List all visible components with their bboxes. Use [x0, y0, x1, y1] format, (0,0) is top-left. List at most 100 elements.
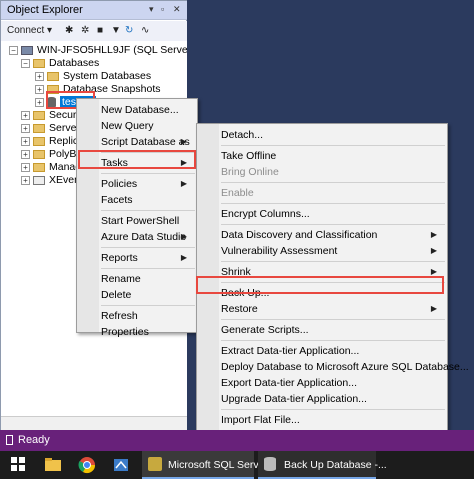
tasks-menu-item: Bring Online [221, 164, 443, 180]
stop-icon[interactable]: ■ [97, 25, 103, 38]
close-icon[interactable]: ✕ [173, 4, 181, 15]
expand-icon[interactable]: + [21, 175, 30, 185]
context-menu-item-label: Start PowerShell [101, 215, 180, 227]
tasks-menu-item-label: Extract Data-tier Application... [221, 345, 360, 357]
chrome-icon[interactable] [78, 456, 96, 474]
tasks-menu-item[interactable]: Vulnerability Assessment ▶ [221, 243, 443, 259]
context-menu-item[interactable]: Policies ▶ [101, 176, 193, 192]
menu-separator [221, 182, 445, 183]
context-menu-item-label: Reports [101, 252, 138, 264]
context-menu-item[interactable]: Azure Data Studio ▶ [101, 229, 193, 245]
context-menu-item-label: Policies [101, 178, 138, 190]
tasks-menu-item[interactable]: Export Data-tier Application... [221, 375, 443, 391]
filter-icon[interactable]: ▼ [111, 25, 121, 38]
tasks-menu-item[interactable]: Restore ▶ [221, 301, 443, 317]
back-up-highlight-box [196, 276, 444, 294]
tasks-menu-item[interactable]: Data Discovery and Classification ▶ [221, 227, 443, 243]
tasks-menu-item[interactable]: Detach... [221, 127, 443, 143]
tasks-menu-item[interactable]: Encrypt Columns... [221, 206, 443, 222]
context-menu-item[interactable]: Refresh [101, 308, 193, 324]
context-menu-item[interactable]: Facets [101, 192, 193, 208]
server-icon [21, 45, 33, 55]
tasks-menu-item-label: Export Data-tier Application... [221, 377, 357, 389]
expand-icon[interactable]: + [21, 136, 30, 146]
menu-separator [221, 340, 445, 341]
context-menu-item-label: Facets [101, 194, 133, 206]
windows-start-icon[interactable] [10, 456, 28, 474]
collapse-icon[interactable]: − [21, 58, 30, 68]
tree-node[interactable]: − WIN-JFSO5HLL9JF (SQL Server 15.0.200 [9, 44, 187, 57]
context-menu-item[interactable]: Properties [101, 324, 193, 340]
context-menu-item-label: Rename [101, 273, 141, 285]
horizontal-scrollbar[interactable] [1, 416, 187, 430]
taskbar-backup-button[interactable]: Back Up Database -... [258, 451, 387, 479]
pin-dropdown-icon[interactable]: ▾ [149, 4, 154, 15]
expand-icon[interactable]: + [21, 149, 30, 159]
expand-icon[interactable]: + [21, 110, 30, 120]
tree-node[interactable]: + XEvent [21, 174, 83, 187]
tasks-menu-item[interactable]: Generate Scripts... [221, 322, 443, 338]
folder-icon [33, 110, 45, 120]
expand-icon[interactable]: + [35, 97, 44, 107]
context-menu-item[interactable]: Rename [101, 271, 193, 287]
xevent-icon [33, 175, 45, 185]
tree-node-label: Secur [49, 109, 77, 121]
tasks-menu-item[interactable]: Extract Data-tier Application... [221, 343, 443, 359]
database-app-icon [264, 457, 276, 471]
tree-node[interactable]: + PolyBa [21, 148, 82, 161]
tasks-menu-item[interactable]: Deploy Database to Microsoft Azure SQL D… [221, 359, 469, 375]
menu-separator [101, 305, 195, 306]
context-menu-item[interactable]: New Database... [101, 102, 193, 118]
folder-icon [33, 162, 45, 172]
context-menu-item-label: New Query [101, 120, 154, 132]
tasks-menu-item[interactable]: Take Offline [221, 148, 443, 164]
expand-icon[interactable]: + [21, 123, 30, 133]
taskbar: Microsoft SQL Serv... Back Up Database -… [0, 451, 474, 479]
connect-button[interactable]: Connect ▾ [7, 25, 52, 38]
submenu-arrow-icon: ▶ [180, 253, 187, 262]
pin-icon[interactable]: ▫ [161, 4, 164, 14]
status-text: Ready [18, 434, 50, 446]
taskbar-ssms-button[interactable]: Microsoft SQL Serv... [142, 451, 267, 479]
tasks-menu-item[interactable]: Upgrade Data-tier Application... [221, 391, 443, 407]
expand-icon[interactable]: + [35, 71, 44, 81]
refresh-icon[interactable]: ↻ [125, 25, 133, 38]
menu-separator [221, 145, 445, 146]
expand-icon[interactable]: + [35, 84, 44, 94]
context-menu-item-label: New Database... [101, 104, 179, 116]
submenu-arrow-icon: ▶ [180, 137, 187, 146]
tree-node[interactable]: + Replica [21, 135, 84, 148]
context-menu-item[interactable]: New Query [101, 118, 193, 134]
activity-icon[interactable]: ∿ [141, 25, 149, 38]
folder-icon [33, 136, 45, 146]
connect-icon[interactable]: ✱ [65, 25, 73, 38]
context-menu-item-label: Delete [101, 289, 132, 301]
menu-separator [221, 224, 445, 225]
tree-node[interactable]: + Server [21, 122, 80, 135]
tree-node[interactable]: − Databases [21, 57, 99, 70]
menu-separator [221, 409, 445, 410]
tasks-menu-item-label: Restore [221, 303, 258, 315]
tasks-menu-item[interactable]: Import Flat File... [221, 412, 443, 428]
tree-node[interactable]: + Secur [21, 109, 76, 122]
disconnect-icon[interactable]: ✲ [81, 25, 89, 38]
tree-node[interactable]: + Manag [21, 161, 81, 174]
folder-icon [33, 149, 45, 159]
expand-icon[interactable]: + [21, 162, 30, 172]
tasks-menu-item-label: Data Discovery and Classification [221, 229, 378, 241]
context-menu-item[interactable]: Script Database as ▶ [101, 134, 193, 150]
tasks-menu-item-label: Upgrade Data-tier Application... [221, 393, 367, 405]
context-menu-item[interactable]: Delete [101, 287, 193, 303]
submenu-arrow-icon: ▶ [430, 246, 437, 255]
tree-node[interactable]: + System Databases [35, 70, 151, 83]
collapse-icon[interactable]: − [9, 45, 18, 55]
tasks-menu-item-label: Encrypt Columns... [221, 208, 310, 220]
context-menu-item[interactable]: Start PowerShell [101, 213, 193, 229]
submenu-arrow-icon: ▶ [430, 304, 437, 313]
context-menu-item[interactable]: Reports ▶ [101, 250, 193, 266]
menu-separator [101, 247, 195, 248]
file-explorer-icon[interactable] [44, 456, 62, 474]
server-manager-icon[interactable] [112, 456, 130, 474]
taskbar-ssms-label: Microsoft SQL Serv... [168, 459, 267, 471]
context-menu-item-label: Properties [101, 326, 149, 338]
